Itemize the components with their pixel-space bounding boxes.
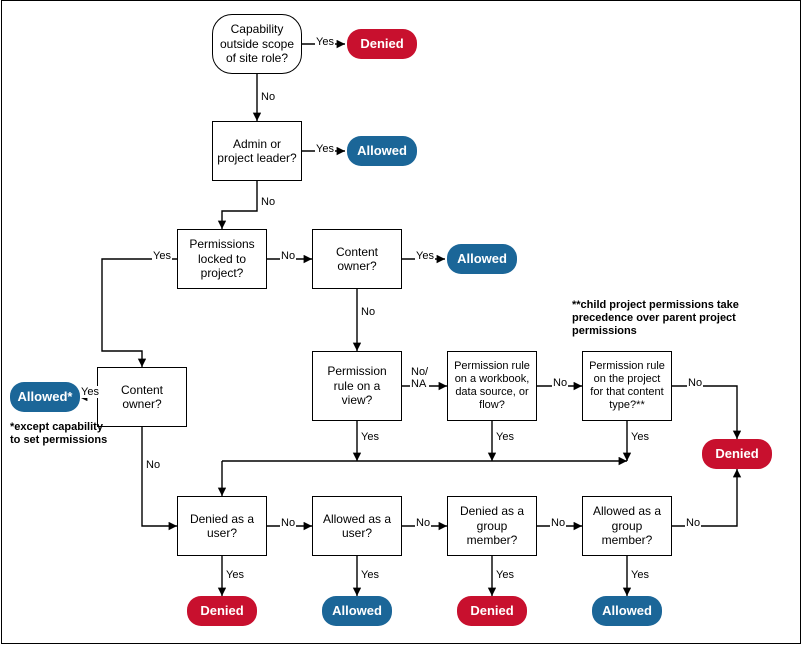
- decision-rule-on-workbook: Permission rule on a workbook, data sour…: [447, 351, 537, 421]
- note-except-capability: *except capability to set permissions: [10, 421, 110, 447]
- edge-label: Yes: [495, 569, 515, 581]
- edge-label: No/ NA: [410, 366, 429, 390]
- terminal-denied-user: Denied: [187, 596, 257, 626]
- decision-allowed-as-user: Allowed as a user?: [312, 496, 402, 556]
- edge-label: No: [552, 377, 568, 389]
- edge-label: No: [280, 250, 296, 262]
- decision-denied-as-group: Denied as a group member?: [447, 496, 537, 556]
- decision-rule-on-project: Permission rule on the project for that …: [582, 351, 672, 421]
- edge-label: Yes: [630, 569, 650, 581]
- terminal-denied-group: Denied: [457, 596, 527, 626]
- edge-label: Yes: [360, 569, 380, 581]
- terminal-allowed-owner-locked: Allowed*: [10, 382, 80, 412]
- edge-label: No: [687, 377, 703, 389]
- terminal-allowed-admin: Allowed: [347, 136, 417, 166]
- note-child-project: **child project permissions take precede…: [572, 299, 742, 339]
- edge-label: Yes: [315, 36, 335, 48]
- edge-label: No: [550, 517, 566, 529]
- edge-label: No: [260, 91, 276, 103]
- edge-label: No: [260, 196, 276, 208]
- terminal-denied-scope: Denied: [347, 29, 417, 59]
- decision-admin-leader: Admin or project leader?: [212, 121, 302, 181]
- terminal-denied-no-rule: Denied: [702, 439, 772, 469]
- edge-label: Yes: [80, 386, 100, 398]
- edge-label: No: [360, 306, 376, 318]
- decision-denied-as-user: Denied as a user?: [177, 496, 267, 556]
- decision-locked-project: Permissions locked to project?: [177, 229, 267, 289]
- terminal-allowed-owner-unlocked: Allowed: [447, 244, 517, 274]
- edge-label: No: [145, 459, 161, 471]
- edge-label: Yes: [630, 431, 650, 443]
- terminal-allowed-user: Allowed: [322, 596, 392, 626]
- decision-rule-on-view: Permission rule on a view?: [312, 351, 402, 421]
- edge-label: Yes: [495, 431, 515, 443]
- terminal-allowed-group: Allowed: [592, 596, 662, 626]
- edge-label: No: [280, 517, 296, 529]
- edge-label: Yes: [360, 431, 380, 443]
- edge-label: No: [685, 517, 701, 529]
- edge-label: Yes: [152, 250, 172, 262]
- edge-label: Yes: [415, 250, 435, 262]
- decision-content-owner-locked: Content owner?: [97, 367, 187, 427]
- decision-capability-scope: Capability outside scope of site role?: [212, 14, 302, 74]
- edge-label: No: [415, 517, 431, 529]
- flowchart-frame: Capability outside scope of site role? D…: [1, 0, 801, 644]
- decision-allowed-as-group: Allowed as a group member?: [582, 496, 672, 556]
- edge-label: Yes: [315, 143, 335, 155]
- decision-content-owner-unlocked: Content owner?: [312, 229, 402, 289]
- edge-label: Yes: [225, 569, 245, 581]
